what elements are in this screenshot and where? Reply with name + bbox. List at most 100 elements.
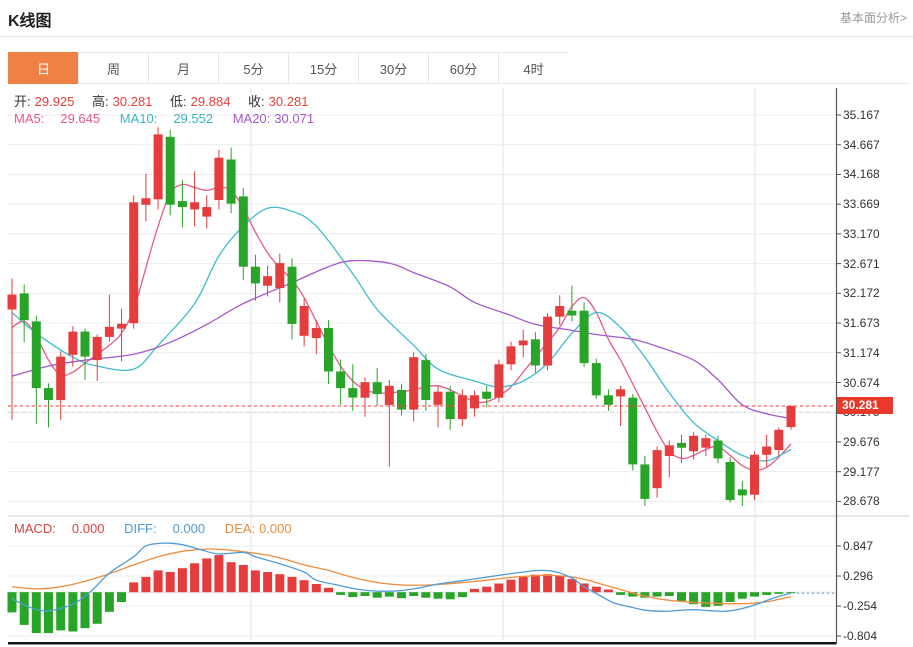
macd-bar[interactable]: [81, 592, 90, 628]
candle[interactable]: [567, 311, 576, 316]
candle[interactable]: [129, 202, 138, 323]
macd-bar[interactable]: [385, 592, 394, 596]
candle[interactable]: [300, 306, 309, 336]
macd-bar[interactable]: [348, 592, 357, 597]
candle[interactable]: [616, 389, 625, 396]
candle[interactable]: [324, 328, 333, 372]
candle[interactable]: [93, 337, 102, 360]
candle[interactable]: [202, 207, 211, 217]
candle[interactable]: [628, 398, 637, 465]
candle[interactable]: [421, 360, 430, 400]
macd-bar[interactable]: [567, 579, 576, 592]
candle[interactable]: [251, 267, 260, 284]
candle[interactable]: [397, 390, 406, 410]
macd-bar[interactable]: [288, 577, 297, 592]
macd-bar[interactable]: [8, 592, 17, 612]
macd-bar[interactable]: [141, 577, 150, 592]
candle[interactable]: [44, 388, 53, 400]
candle[interactable]: [68, 332, 77, 355]
candle[interactable]: [543, 317, 552, 366]
macd-bar[interactable]: [787, 592, 796, 593]
macd-bar[interactable]: [421, 592, 430, 598]
macd-bar[interactable]: [68, 592, 77, 631]
candle[interactable]: [714, 441, 723, 459]
candle[interactable]: [434, 392, 443, 405]
candle[interactable]: [178, 201, 187, 207]
candle[interactable]: [592, 363, 601, 395]
macd-bar[interactable]: [117, 592, 126, 602]
candle[interactable]: [409, 357, 418, 409]
macd-bar[interactable]: [701, 592, 710, 607]
candle[interactable]: [56, 357, 65, 401]
macd-bar[interactable]: [470, 589, 479, 592]
candle[interactable]: [227, 160, 236, 204]
macd-bar[interactable]: [738, 592, 747, 599]
candle[interactable]: [689, 436, 698, 452]
macd-bar[interactable]: [531, 575, 540, 593]
candle[interactable]: [750, 455, 759, 495]
candle[interactable]: [8, 295, 17, 310]
candle[interactable]: [348, 388, 357, 398]
macd-bar[interactable]: [446, 592, 455, 599]
macd-bar[interactable]: [397, 592, 406, 598]
macd-bar[interactable]: [312, 584, 321, 592]
candle[interactable]: [336, 372, 345, 389]
macd-bar[interactable]: [190, 563, 199, 592]
macd-bar[interactable]: [604, 590, 613, 593]
macd-bar[interactable]: [251, 570, 260, 592]
macd-bar[interactable]: [129, 582, 138, 592]
macd-bar[interactable]: [336, 592, 345, 595]
macd-bar[interactable]: [32, 592, 41, 633]
candle[interactable]: [774, 430, 783, 450]
macd-bar[interactable]: [616, 592, 625, 595]
candle[interactable]: [117, 324, 126, 329]
candle[interactable]: [263, 276, 272, 286]
macd-bar[interactable]: [519, 577, 528, 592]
candle[interactable]: [105, 327, 114, 337]
macd-bar[interactable]: [458, 592, 467, 597]
candle[interactable]: [738, 489, 747, 495]
candle[interactable]: [665, 445, 674, 456]
candle[interactable]: [214, 158, 223, 200]
candle[interactable]: [604, 395, 613, 405]
macd-bar[interactable]: [105, 592, 114, 612]
macd-bar[interactable]: [507, 580, 516, 593]
macd-bar[interactable]: [555, 576, 564, 592]
candle[interactable]: [275, 263, 284, 288]
macd-bar[interactable]: [653, 592, 662, 596]
macd-bar[interactable]: [263, 572, 272, 592]
macd-bar[interactable]: [677, 592, 686, 601]
macd-bar[interactable]: [44, 592, 53, 633]
candle[interactable]: [482, 392, 491, 399]
candle[interactable]: [701, 438, 710, 448]
macd-bar[interactable]: [324, 588, 333, 592]
macd-bar[interactable]: [774, 592, 783, 594]
candle[interactable]: [494, 364, 503, 397]
macd-bar[interactable]: [154, 570, 163, 592]
candle[interactable]: [555, 306, 564, 317]
macd-bar[interactable]: [750, 592, 759, 596]
macd-bar[interactable]: [227, 562, 236, 592]
macd-bar[interactable]: [665, 592, 674, 596]
macd-bar[interactable]: [178, 568, 187, 592]
candle[interactable]: [288, 267, 297, 324]
candle[interactable]: [154, 134, 163, 199]
macd-bar[interactable]: [166, 572, 175, 592]
macd-bar[interactable]: [409, 592, 418, 596]
macd-bar[interactable]: [202, 558, 211, 592]
candle[interactable]: [787, 406, 796, 427]
candle[interactable]: [20, 293, 29, 320]
candle[interactable]: [653, 450, 662, 488]
macd-bar[interactable]: [56, 592, 65, 630]
candle[interactable]: [580, 311, 589, 363]
macd-bar[interactable]: [93, 592, 102, 624]
candle[interactable]: [312, 328, 321, 338]
candle[interactable]: [726, 462, 735, 500]
candle[interactable]: [81, 332, 90, 357]
candle[interactable]: [640, 464, 649, 499]
macd-bar[interactable]: [494, 584, 503, 593]
macd-bar[interactable]: [214, 555, 223, 592]
macd-bar[interactable]: [275, 574, 284, 592]
macd-bar[interactable]: [482, 587, 491, 593]
macd-bar[interactable]: [361, 592, 370, 596]
